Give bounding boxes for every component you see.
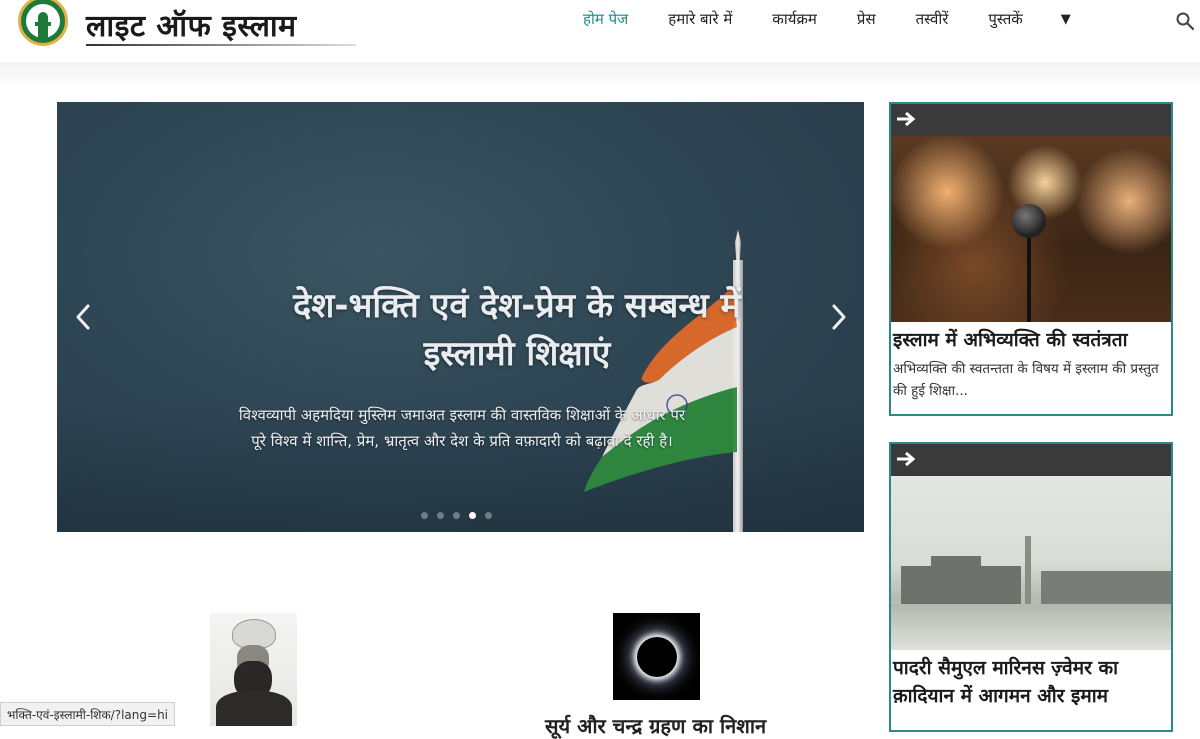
card-title[interactable]: पादरी सैमुएल मारिनस ज़्वेमर का क़ादियान … bbox=[891, 650, 1171, 710]
hero-slider[interactable]: देश-भक्ति एवं देश-प्रेम के सम्बन्ध में इ… bbox=[57, 102, 864, 532]
arrow-right-icon[interactable] bbox=[895, 111, 917, 127]
slider-dot[interactable] bbox=[437, 512, 444, 519]
site-header: लाइट ऑफ इस्लाम होम पेज हमारे बारे में का… bbox=[0, 0, 1200, 62]
nav-item-home[interactable]: होम पेज bbox=[583, 9, 628, 29]
chevron-right-icon[interactable] bbox=[827, 300, 851, 334]
title-underline bbox=[86, 44, 356, 46]
caret-down-icon[interactable]: ▼ bbox=[1061, 12, 1071, 27]
nav-item-about[interactable]: हमारे बारे में bbox=[668, 9, 732, 29]
slider-dot[interactable] bbox=[453, 512, 460, 519]
eclipse-icon bbox=[636, 636, 677, 677]
microphone-icon bbox=[1012, 204, 1046, 238]
coat-shape bbox=[216, 691, 292, 726]
slide-text: विश्वव्यापी अहमदिया मुस्लिम जमाअत इस्लाम… bbox=[238, 406, 686, 450]
search-icon[interactable] bbox=[1176, 12, 1194, 30]
slider-dot[interactable] bbox=[421, 512, 428, 519]
slider-dot[interactable] bbox=[485, 512, 492, 519]
chevron-left-icon[interactable] bbox=[71, 300, 95, 334]
slider-dot-active[interactable] bbox=[469, 512, 476, 519]
card-title[interactable]: इस्लाम में अभिव्यक्ति की स्वतंत्रता bbox=[891, 322, 1171, 354]
arrow-right-icon[interactable] bbox=[895, 451, 917, 467]
qadian-photo-image[interactable] bbox=[891, 476, 1171, 650]
minaret-shape bbox=[1025, 536, 1031, 604]
card-header-bar bbox=[891, 104, 1171, 136]
nav-item-books[interactable]: पुस्तकें bbox=[988, 9, 1022, 29]
founder-portrait-image[interactable] bbox=[210, 613, 297, 726]
site-logo[interactable] bbox=[18, 0, 68, 46]
water-reflection bbox=[891, 604, 1171, 650]
nav-item-photos[interactable]: तस्वीरें bbox=[916, 9, 949, 29]
main-nav: होम पेज हमारे बारे में कार्यक्रम प्रेस त… bbox=[583, 9, 1071, 29]
slider-dots bbox=[421, 512, 492, 519]
nav-item-programs[interactable]: कार्यक्रम bbox=[772, 9, 817, 29]
microphone-image[interactable] bbox=[891, 136, 1171, 322]
mic-stand bbox=[1027, 226, 1031, 322]
slide-title: देश-भक्ति एवं देश-प्रेम के सम्बन्ध में इ… bbox=[293, 286, 741, 374]
browser-status-url: भक्ति-एवं-इस्लामी-शिक/?lang=hi bbox=[0, 702, 176, 726]
article-card[interactable]: पादरी सैमुएल मारिनस ज़्वेमर का क़ादियान … bbox=[889, 442, 1173, 732]
article-card[interactable]: इस्लाम में अभिव्यक्ति की स्वतंत्रता अभिव… bbox=[889, 102, 1173, 416]
header-shadow-band bbox=[0, 62, 1200, 88]
eclipse-image[interactable] bbox=[613, 613, 700, 700]
site-title[interactable]: लाइट ऑफ इस्लाम bbox=[86, 4, 297, 45]
logo-emblem bbox=[26, 4, 60, 38]
flagpole-finial bbox=[735, 230, 741, 260]
minaret-icon bbox=[35, 12, 51, 38]
building-shape bbox=[1041, 571, 1171, 604]
nav-item-press[interactable]: प्रेस bbox=[857, 9, 876, 29]
building-shape bbox=[931, 556, 981, 568]
building-shape bbox=[901, 566, 1021, 604]
card-description: अभिव्यक्ति की स्वतन्तता के विषय में इस्ल… bbox=[893, 361, 1159, 399]
card-header-bar bbox=[891, 444, 1171, 476]
